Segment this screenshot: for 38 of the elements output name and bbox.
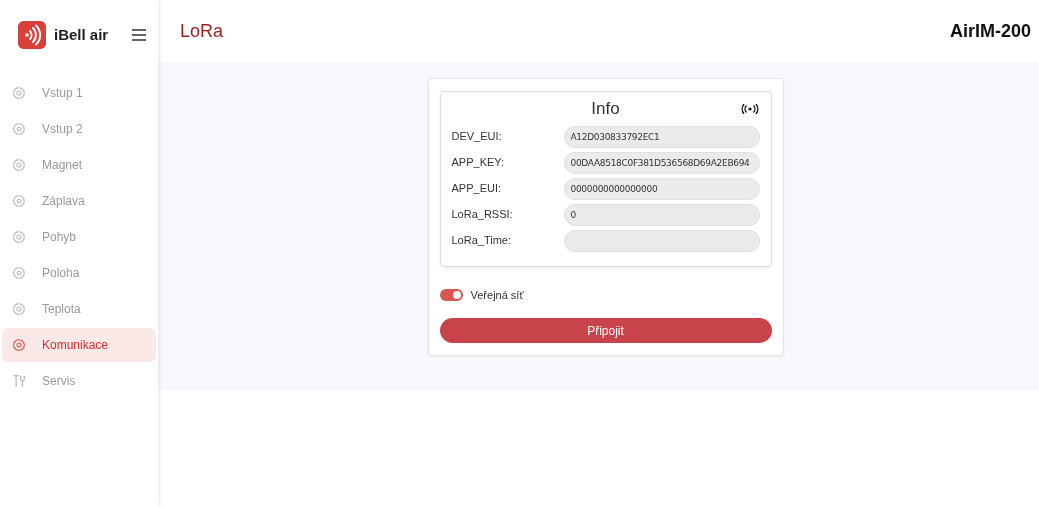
sidebar-item[interactable]: Poloha xyxy=(2,256,156,290)
public-network-toggle[interactable] xyxy=(439,288,463,301)
field-label: LoRa_Time: xyxy=(451,233,512,249)
sidebar-item[interactable]: Vstup 2 xyxy=(2,112,156,146)
sidebar-item[interactable]: Servis xyxy=(2,364,156,398)
value-field[interactable]: A12D030833792EC1 xyxy=(563,125,760,148)
tools-icon xyxy=(12,374,26,388)
gear-icon xyxy=(12,158,26,172)
value-field[interactable]: 0000000000000000 xyxy=(563,177,760,200)
sidebar-item[interactable]: Teplota xyxy=(2,292,156,326)
sidebar-item[interactable]: Magnet xyxy=(2,148,156,182)
gear-icon xyxy=(12,266,26,280)
brand-name: iBell air xyxy=(54,24,109,45)
gear-icon xyxy=(12,194,26,208)
page-title: LoRa xyxy=(180,19,224,43)
sidebar-item[interactable]: Záplava xyxy=(2,184,156,218)
logo-icon xyxy=(18,21,46,49)
gear-icon xyxy=(12,86,26,100)
connect-button[interactable]: Připojit xyxy=(439,318,772,343)
value-field[interactable]: 00DAA8518C0F381D536568D69A2EB694 xyxy=(563,151,760,174)
gear-icon xyxy=(12,338,26,352)
device-name: AirIM-200 xyxy=(949,19,1031,43)
toggle-label: Veřejná síť xyxy=(470,287,524,303)
info-title: Info xyxy=(591,98,620,120)
field-label: APP_KEY: xyxy=(451,155,506,171)
field-label: APP_EUI: xyxy=(451,181,503,197)
sidebar-item[interactable]: Vstup 1 xyxy=(2,76,156,110)
gear-icon xyxy=(12,302,26,316)
gear-icon xyxy=(12,230,26,244)
value-field[interactable]: 0 xyxy=(563,203,760,226)
field-label: DEV_EUI: xyxy=(451,129,503,145)
field-label: LoRa_RSSI: xyxy=(451,207,514,223)
gear-icon xyxy=(12,122,26,136)
menu-icon[interactable] xyxy=(132,29,147,41)
value-field[interactable] xyxy=(563,229,760,252)
sidebar-item[interactable]: Pohyb xyxy=(2,220,156,254)
signal-icon xyxy=(741,103,760,114)
sidebar-item[interactable]: Komunikace xyxy=(2,328,156,362)
